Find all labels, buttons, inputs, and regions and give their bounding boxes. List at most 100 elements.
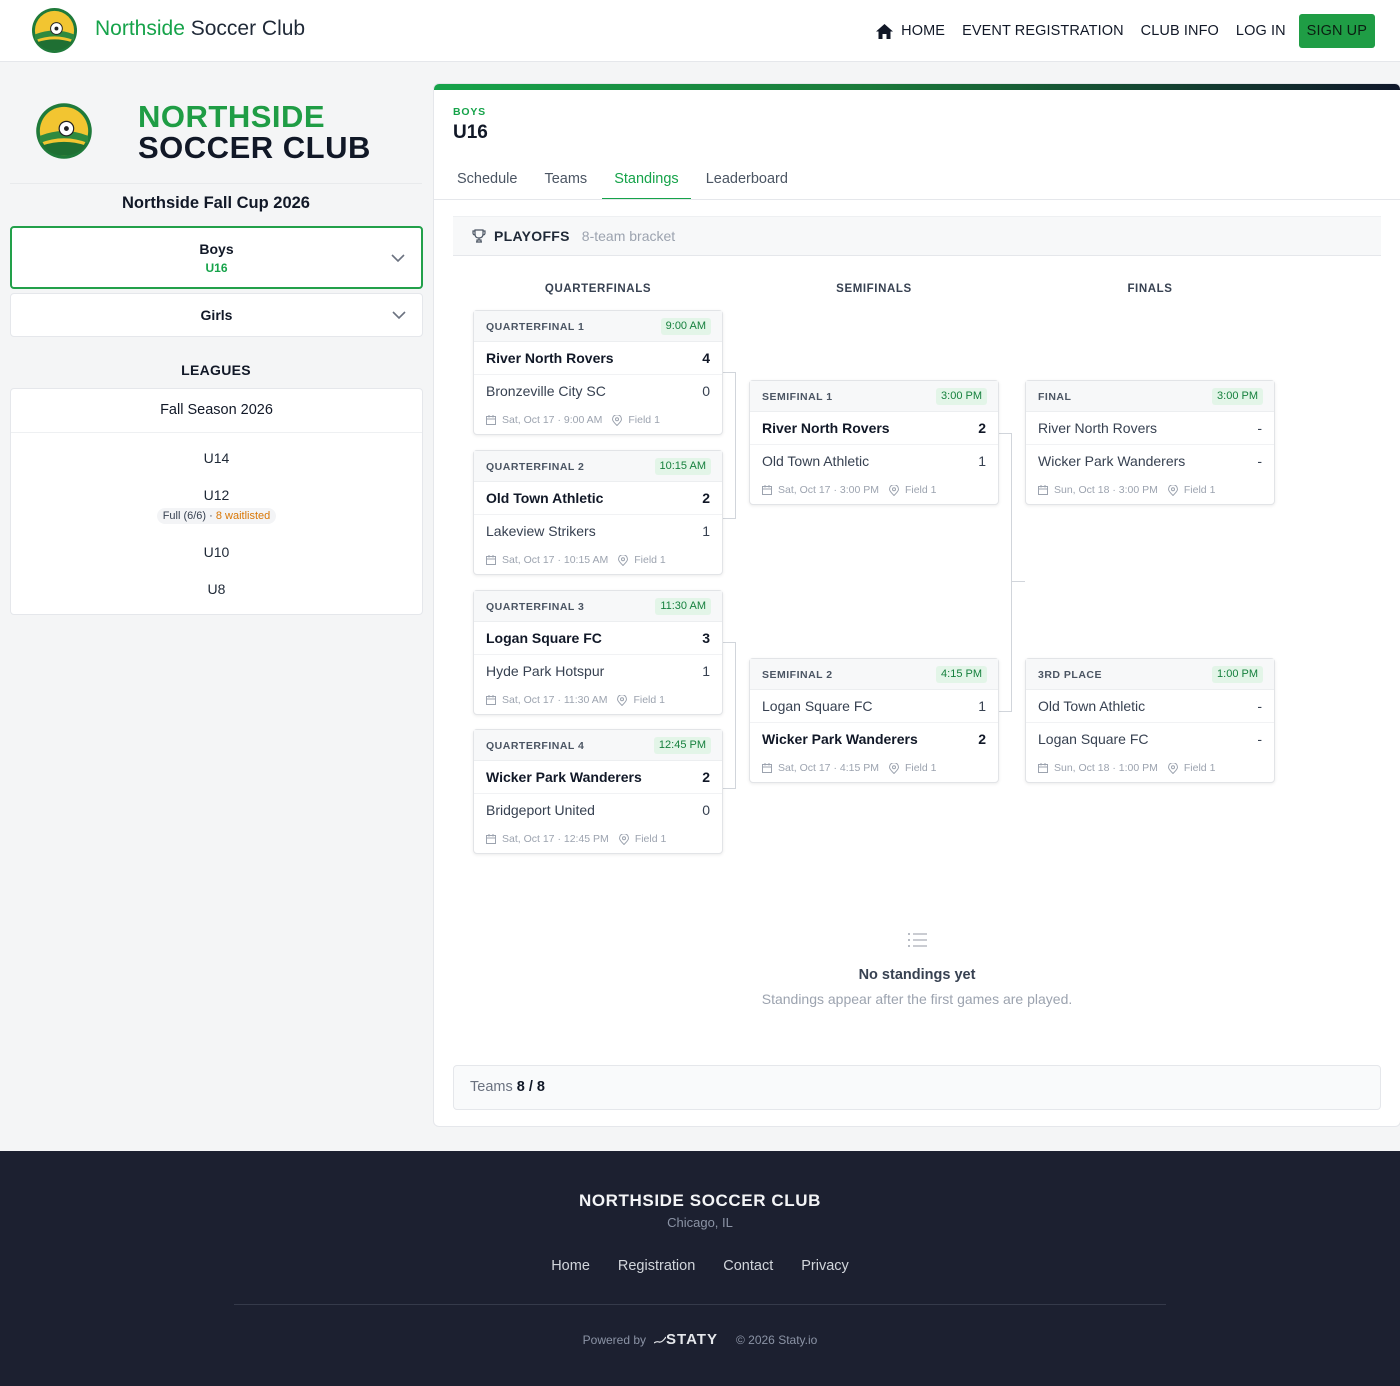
match-card-third-place[interactable]: 3RD PLACE 1:00 PM Old Town Athletic - Loga… — [1025, 658, 1275, 783]
staty-logo[interactable]: STATY — [654, 1331, 718, 1348]
match-team-row[interactable]: Old Town Athletic 1 — [750, 444, 998, 476]
group-title: Boys — [199, 241, 234, 257]
calendar-icon — [762, 485, 772, 495]
match-team-row[interactable]: Lakeview Strikers 1 — [474, 514, 722, 546]
calendar-icon — [1038, 763, 1048, 773]
footer-link-privacy[interactable]: Privacy — [801, 1258, 849, 1274]
location-pin-icon — [617, 694, 628, 706]
match-team-row[interactable]: River North Rovers - — [1026, 412, 1274, 444]
brand-name[interactable]: Northside Soccer Club — [95, 17, 305, 41]
league-item-u8[interactable]: U8 — [11, 581, 422, 597]
divider — [10, 183, 422, 184]
playoffs-subtitle: 8-team bracket — [581, 228, 676, 244]
match-meta: Sat, Oct 17 · 12:45 PM Field 1 — [486, 833, 666, 845]
copyright: © 2026 Staty.io — [735, 1332, 818, 1347]
match-team-row[interactable]: Wicker Park Wanderers - — [1026, 444, 1274, 476]
match-team-row[interactable]: Bronzeville City SC 0 — [474, 374, 722, 406]
league-item-u14[interactable]: U14 — [11, 450, 422, 466]
time-badge: 3:00 PM — [1212, 388, 1263, 405]
location-pin-icon — [618, 833, 629, 845]
match-card-quarterfinal-2[interactable]: QUARTERFINAL 2 10:15 AM Old Town Athletic… — [473, 450, 723, 575]
nav-log-in[interactable]: LOG IN — [1236, 23, 1286, 39]
time-badge: 12:45 PM — [653, 737, 711, 754]
match-team-row[interactable]: River North Rovers 2 — [750, 412, 998, 444]
footer-link-registration[interactable]: Registration — [618, 1258, 695, 1274]
location-pin-icon — [888, 762, 899, 774]
chevron-down-icon — [392, 311, 406, 320]
group-girls-accordion[interactable]: Girls — [10, 293, 423, 337]
trophy-icon — [472, 229, 486, 243]
match-card-quarterfinal-4[interactable]: QUARTERFINAL 4 12:45 PM Wicker Park Wande… — [473, 729, 723, 854]
calendar-icon — [1038, 485, 1048, 495]
tab-standings[interactable]: Standings — [602, 164, 691, 200]
bracket-connector — [723, 372, 736, 519]
sign-up-button[interactable]: SIGN UP — [1298, 14, 1375, 48]
calendar-icon — [762, 763, 772, 773]
group-boys-accordion[interactable]: Boys U16 — [10, 226, 423, 289]
match-team-row[interactable]: Logan Square FC 3 — [474, 622, 722, 654]
league-item-u12[interactable]: U12 Full (6/6) · 8 waitlisted — [11, 487, 422, 524]
time-badge: 1:00 PM — [1212, 666, 1263, 683]
match-card-quarterfinal-3[interactable]: QUARTERFINAL 3 11:30 AM Logan Square FC 3 … — [473, 590, 723, 715]
match-team-row[interactable]: Old Town Athletic - — [1026, 690, 1274, 722]
league-card: Fall Season 2026 U14 U12 Full (6/6) · 8 … — [10, 388, 423, 615]
calendar-icon — [486, 834, 496, 844]
empty-standings: No standings yet Standings appear after … — [434, 932, 1400, 1007]
match-card-final[interactable]: FINAL 3:00 PM River North Rovers - Wicker … — [1025, 380, 1275, 505]
match-meta: Sat, Oct 17 · 10:15 AM Field 1 — [486, 554, 666, 566]
playoffs-header: PLAYOFFS 8-team bracket — [453, 216, 1381, 256]
accent-bar — [434, 84, 1400, 90]
club-logo[interactable] — [31, 7, 78, 54]
nav-home[interactable]: HOME — [876, 23, 945, 39]
location-pin-icon — [1167, 762, 1178, 774]
event-title: Northside Fall Cup 2026 — [122, 194, 310, 212]
calendar-icon — [486, 415, 496, 425]
match-card-semifinal-2[interactable]: SEMIFINAL 2 4:15 PM Logan Square FC 1 Wick… — [749, 658, 999, 783]
footer-links: Home Registration Contact Privacy — [0, 1258, 1400, 1274]
chevron-down-icon — [391, 253, 405, 262]
teams-count: 8 / 8 — [516, 1079, 545, 1095]
time-badge: 11:30 AM — [655, 598, 711, 615]
match-card-semifinal-1[interactable]: SEMIFINAL 1 3:00 PM River North Rovers 2 O… — [749, 380, 999, 505]
footer-link-home[interactable]: Home — [551, 1258, 590, 1274]
footer-club-name: NORTHSIDE SOCCER CLUB — [578, 1191, 822, 1210]
match-team-row[interactable]: Hyde Park Hotspur 1 — [474, 654, 722, 686]
match-card-quarterfinal-1[interactable]: QUARTERFINAL 1 9:00 AM River North Rovers… — [473, 310, 723, 435]
match-team-row[interactable]: Bridgeport United 0 — [474, 793, 722, 825]
match-meta: Sun, Oct 18 · 1:00 PM Field 1 — [1038, 762, 1215, 774]
club-logo-large — [36, 103, 92, 159]
division-category: BOYS — [453, 106, 486, 118]
match-team-row[interactable]: Old Town Athletic 2 — [474, 482, 722, 514]
staty-swoosh-icon — [654, 1336, 667, 1344]
match-meta: Sat, Oct 17 · 11:30 AM Field 1 — [486, 694, 665, 706]
calendar-icon — [486, 555, 496, 565]
round-heading-semifinals: SEMIFINALS — [836, 283, 912, 295]
nav-event-registration[interactable]: EVENT REGISTRATION — [962, 23, 1124, 39]
playoffs-title: PLAYOFFS — [494, 228, 570, 244]
tab-schedule[interactable]: Schedule — [445, 164, 529, 200]
empty-subtitle: Standings appear after the first games a… — [761, 991, 1073, 1007]
match-team-row[interactable]: Wicker Park Wanderers 2 — [750, 722, 998, 754]
league-item-u10[interactable]: U10 — [11, 544, 422, 560]
footer-divider — [234, 1304, 1166, 1305]
match-team-row[interactable]: Logan Square FC 1 — [750, 690, 998, 722]
location-pin-icon — [888, 484, 899, 496]
footer-link-contact[interactable]: Contact — [723, 1258, 773, 1274]
match-meta: Sat, Oct 17 · 3:00 PM Field 1 — [762, 484, 936, 496]
bracket-connector — [723, 642, 736, 789]
season-title[interactable]: Fall Season 2026 — [11, 389, 422, 433]
match-team-row[interactable]: Logan Square FC - — [1026, 722, 1274, 754]
nav-club-info[interactable]: CLUB INFO — [1141, 23, 1219, 39]
tab-leaderboard[interactable]: Leaderboard — [694, 164, 800, 200]
tab-teams[interactable]: Teams — [532, 164, 599, 200]
match-team-row[interactable]: River North Rovers 4 — [474, 342, 722, 374]
tabs-divider — [434, 199, 1400, 200]
time-badge: 10:15 AM — [654, 458, 711, 475]
match-team-row[interactable]: Wicker Park Wanderers 2 — [474, 761, 722, 793]
empty-title: No standings yet — [858, 967, 976, 983]
round-heading-quarterfinals: QUARTERFINALS — [544, 283, 652, 295]
status-badge: Full (6/6) · 8 waitlisted — [156, 508, 277, 524]
location-pin-icon — [618, 554, 629, 566]
powered-by: Powered by STATY © 2026 Staty.io — [582, 1331, 818, 1348]
division-card: BOYS U16 Schedule Teams Standings Leader… — [433, 83, 1400, 1127]
